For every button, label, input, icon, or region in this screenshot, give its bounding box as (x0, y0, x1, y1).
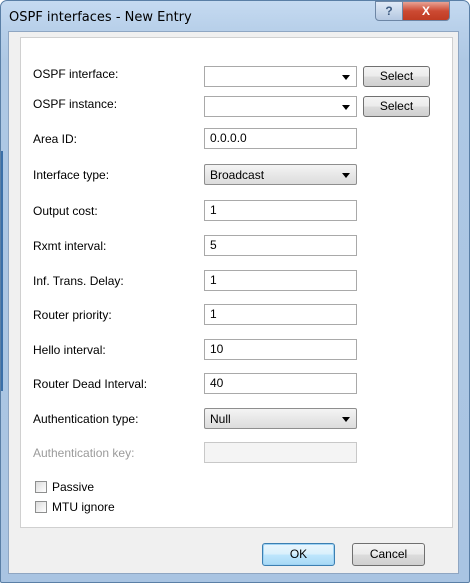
dialog-client-area: OSPF interface: Select OSPF instance: Se… (8, 31, 459, 574)
router-dead-interval-label: Router Dead Interval: (33, 377, 148, 391)
ospf-instance-label: OSPF instance: (33, 97, 118, 111)
router-dead-interval-input[interactable]: 40 (204, 373, 357, 394)
dialog-window: OSPF interfaces - New Entry ? X OSPF int… (0, 0, 470, 583)
ospf-instance-select-button[interactable]: Select (363, 96, 430, 117)
output-cost-input[interactable]: 1 (204, 200, 357, 221)
passive-label[interactable]: Passive (52, 480, 94, 494)
mtu-ignore-label[interactable]: MTU ignore (52, 500, 115, 514)
area-id-label: Area ID: (33, 132, 78, 146)
window-edge-accent (1, 151, 3, 391)
ospf-instance-combo[interactable] (204, 96, 357, 117)
chevron-down-icon (342, 105, 350, 110)
inf-trans-delay-label: Inf. Trans. Delay: (33, 274, 124, 288)
ospf-interface-combo[interactable] (204, 66, 357, 87)
help-button[interactable]: ? (375, 1, 403, 21)
title-bar[interactable]: OSPF interfaces - New Entry ? X (1, 1, 469, 31)
close-icon: X (421, 4, 430, 18)
close-button[interactable]: X (402, 1, 450, 21)
rxmt-interval-input[interactable]: 5 (204, 235, 357, 256)
form-panel: OSPF interface: Select OSPF instance: Se… (20, 37, 453, 528)
interface-type-label: Interface type: (33, 168, 110, 182)
authentication-type-label: Authentication type: (33, 412, 139, 426)
window-title: OSPF interfaces - New Entry (9, 10, 192, 25)
interface-type-select[interactable]: Broadcast (204, 164, 357, 185)
inf-trans-delay-input[interactable]: 1 (204, 270, 357, 291)
area-id-input[interactable]: 0.0.0.0 (204, 128, 357, 149)
mtu-ignore-checkbox[interactable] (35, 501, 47, 513)
rxmt-interval-label: Rxmt interval: (33, 239, 107, 253)
chevron-down-icon (342, 75, 350, 80)
chevron-down-icon (342, 173, 350, 178)
authentication-type-select[interactable]: Null (204, 408, 357, 429)
ospf-interface-label: OSPF interface: (33, 67, 119, 81)
passive-checkbox[interactable] (35, 481, 47, 493)
output-cost-label: Output cost: (33, 204, 98, 218)
help-icon: ? (385, 4, 393, 18)
router-priority-input[interactable]: 1 (204, 304, 357, 325)
hello-interval-label: Hello interval: (33, 343, 106, 357)
hello-interval-input[interactable]: 10 (204, 339, 357, 360)
router-priority-label: Router priority: (33, 308, 112, 322)
cancel-button[interactable]: Cancel (352, 543, 425, 566)
ok-button[interactable]: OK (262, 543, 335, 566)
ospf-interface-select-button[interactable]: Select (363, 66, 430, 87)
authentication-type-value: Null (210, 412, 231, 426)
authentication-key-input (204, 442, 357, 463)
chevron-down-icon (342, 417, 350, 422)
interface-type-value: Broadcast (210, 168, 265, 182)
authentication-key-label: Authentication key: (33, 446, 135, 460)
